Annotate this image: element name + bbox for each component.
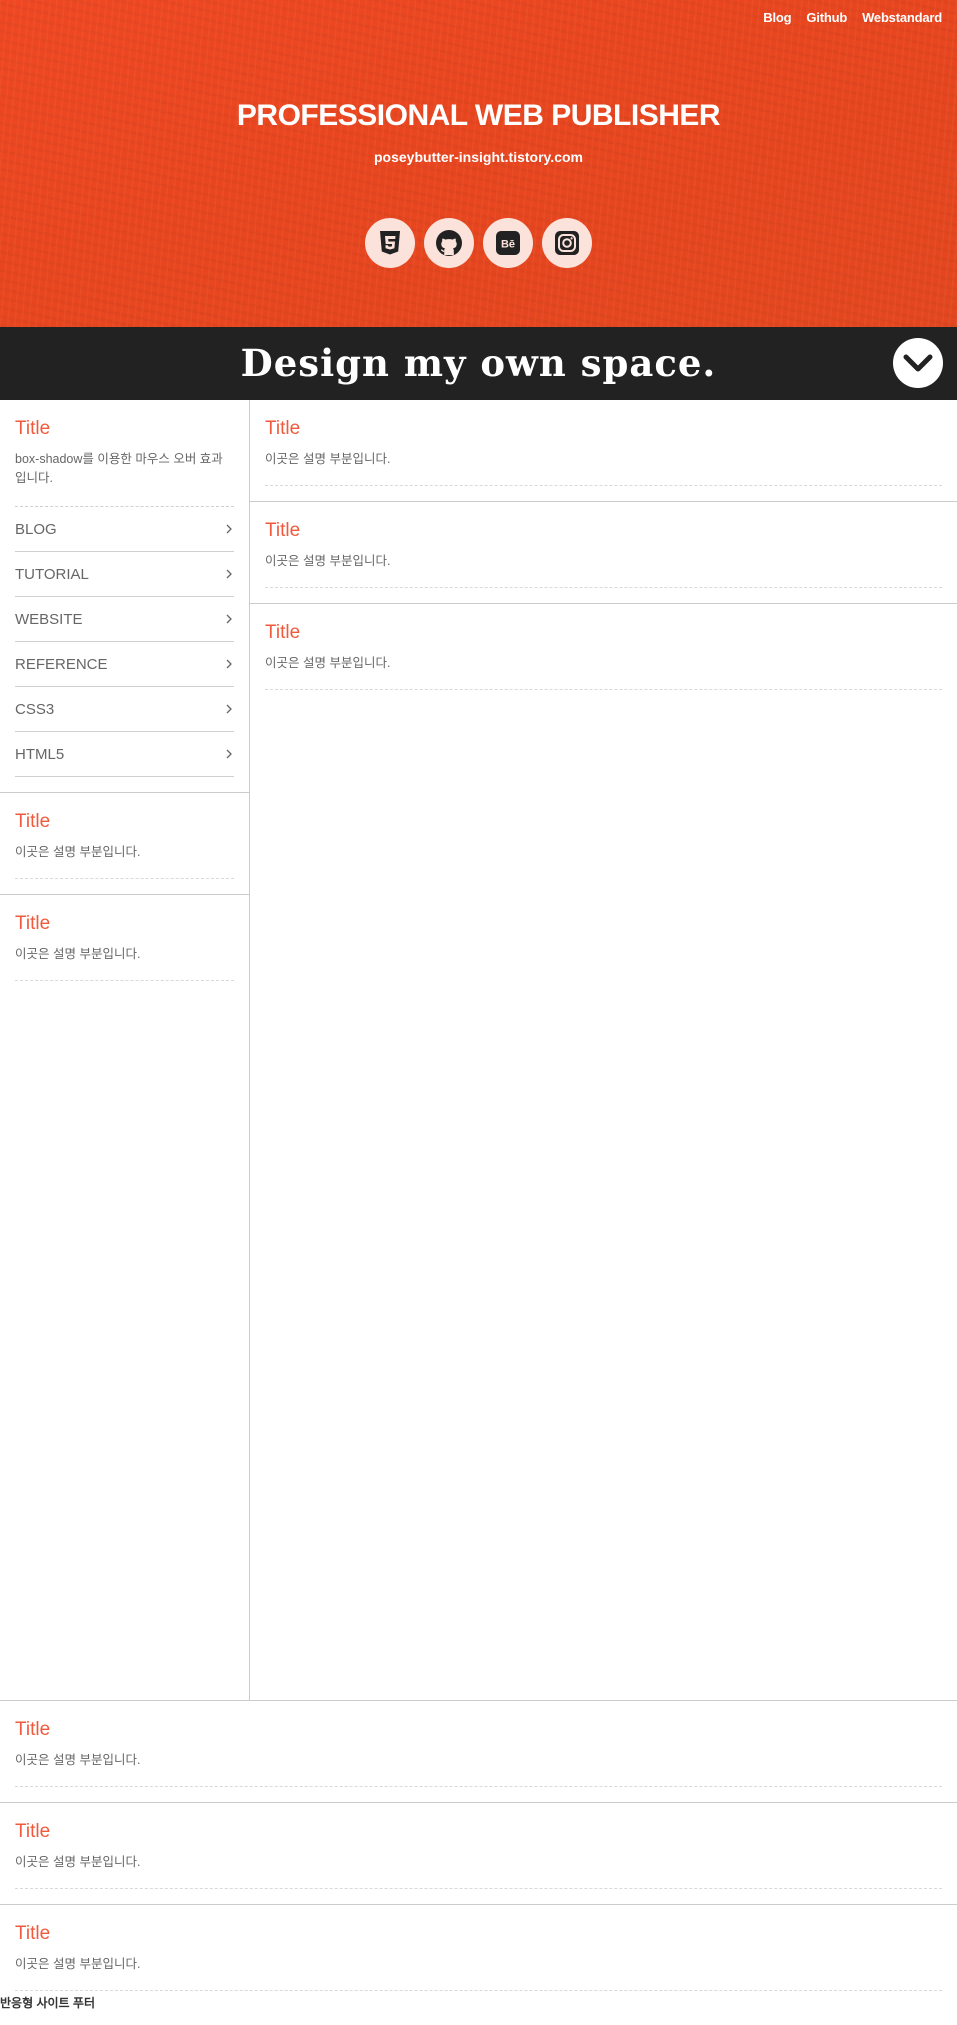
behance-link[interactable]: Bē	[483, 218, 533, 268]
sidebar-intro-card[interactable]: Title box-shadow를 이용한 마우스 오버 효과입니다.	[0, 400, 249, 506]
chevron-right-icon	[226, 524, 232, 534]
nav-link-github[interactable]: Github	[806, 10, 847, 26]
chevron-right-icon	[226, 614, 232, 624]
html5-icon	[380, 231, 400, 255]
sidebar-item-html5[interactable]: HTML5	[15, 732, 234, 777]
card-title: Title	[265, 622, 301, 643]
scroll-down-button[interactable]	[893, 338, 943, 388]
site-title: PROFESSIONAL WEB PUBLISHER	[236, 99, 721, 132]
sidebar-item-label: TUTORIAL	[15, 565, 89, 583]
chevron-right-icon	[226, 569, 232, 579]
bottom-card[interactable]: Title 이곳은 설명 부분입니다.	[0, 1905, 957, 1991]
sidebar-item-blog[interactable]: BLOG	[15, 507, 234, 552]
instagram-icon	[555, 231, 579, 255]
slogan-text: Design my own space.	[240, 341, 717, 385]
card-desc: 이곳은 설명 부분입니다.	[15, 1855, 141, 1869]
card-title: Title	[15, 1719, 51, 1740]
site-url: poseybutter-insight.tistory.com	[374, 149, 583, 165]
sidebar-item-tutorial[interactable]: TUTORIAL	[15, 552, 234, 597]
chevron-right-icon	[226, 749, 232, 759]
sidebar-item-website[interactable]: WEBSITE	[15, 597, 234, 642]
behance-icon: Bē	[496, 231, 520, 255]
card-title: Title	[265, 418, 301, 439]
card-title: Title	[15, 1923, 51, 1944]
sidebar-item-label: CSS3	[15, 700, 55, 718]
main-card[interactable]: Title 이곳은 설명 부분입니다.	[250, 604, 957, 705]
sidebar-nav: BLOG TUTORIAL WEBSITE REFERENCE CSS3 HTM…	[0, 506, 249, 793]
content-area: Title box-shadow를 이용한 마우스 오버 효과입니다. BLOG…	[0, 400, 957, 1701]
sidebar-item-reference[interactable]: REFERENCE	[15, 642, 234, 687]
slogan-banner: Design my own space.	[0, 327, 957, 400]
nav-link-blog[interactable]: Blog	[763, 10, 791, 26]
card-desc: 이곳은 설명 부분입니다.	[15, 1957, 141, 1971]
card-title: Title	[15, 418, 51, 439]
chevron-down-icon	[903, 354, 933, 372]
card-desc: 이곳은 설명 부분입니다.	[265, 554, 391, 568]
sidebar-item-label: WEBSITE	[15, 610, 83, 628]
main-content: Title 이곳은 설명 부분입니다. Title 이곳은 설명 부분입니다. …	[250, 400, 957, 1700]
github-link[interactable]	[424, 218, 474, 268]
card-title: Title	[15, 811, 51, 832]
github-icon	[436, 230, 462, 256]
svg-text:Bē: Bē	[501, 239, 515, 251]
sidebar-item-label: BLOG	[15, 520, 57, 538]
sidebar-card[interactable]: Title 이곳은 설명 부분입니다.	[0, 793, 249, 895]
main-card[interactable]: Title 이곳은 설명 부분입니다.	[250, 502, 957, 604]
bottom-card[interactable]: Title 이곳은 설명 부분입니다.	[0, 1701, 957, 1803]
card-title: Title	[265, 520, 301, 541]
card-title: Title	[15, 913, 51, 934]
bottom-section: Title 이곳은 설명 부분입니다. Title 이곳은 설명 부분입니다. …	[0, 1701, 957, 1991]
card-desc: 이곳은 설명 부분입니다.	[265, 656, 391, 670]
social-links: Bē	[0, 218, 957, 268]
sidebar-menu: BLOG TUTORIAL WEBSITE REFERENCE CSS3 HTM…	[15, 506, 234, 777]
card-desc: 이곳은 설명 부분입니다.	[15, 1753, 141, 1767]
sidebar-item-css3[interactable]: CSS3	[15, 687, 234, 732]
bottom-card[interactable]: Title 이곳은 설명 부분입니다.	[0, 1803, 957, 1905]
top-nav: Blog Github Webstandard	[748, 10, 942, 26]
sidebar-item-label: HTML5	[15, 745, 65, 763]
html5-link[interactable]	[365, 218, 415, 268]
site-footer: 반응형 사이트 푸터	[0, 1991, 957, 2011]
card-desc: 이곳은 설명 부분입니다.	[265, 452, 391, 466]
nav-link-webstandard[interactable]: Webstandard	[862, 10, 942, 26]
sidebar-item-label: REFERENCE	[15, 655, 108, 673]
chevron-right-icon	[226, 659, 232, 669]
sidebar-card[interactable]: Title 이곳은 설명 부분입니다.	[0, 895, 249, 996]
chevron-right-icon	[226, 704, 232, 714]
card-desc: box-shadow를 이용한 마우스 오버 효과입니다.	[15, 452, 223, 485]
card-desc: 이곳은 설명 부분입니다.	[15, 845, 141, 859]
main-card[interactable]: Title 이곳은 설명 부분입니다.	[250, 400, 957, 502]
sidebar: Title box-shadow를 이용한 마우스 오버 효과입니다. BLOG…	[0, 400, 250, 1700]
card-title: Title	[15, 1821, 51, 1842]
footer-text: 반응형 사이트 푸터	[0, 1996, 95, 2010]
site-header: Blog Github Webstandard PROFESSIONAL WEB…	[0, 0, 957, 327]
instagram-link[interactable]	[542, 218, 592, 268]
card-desc: 이곳은 설명 부분입니다.	[15, 947, 141, 961]
